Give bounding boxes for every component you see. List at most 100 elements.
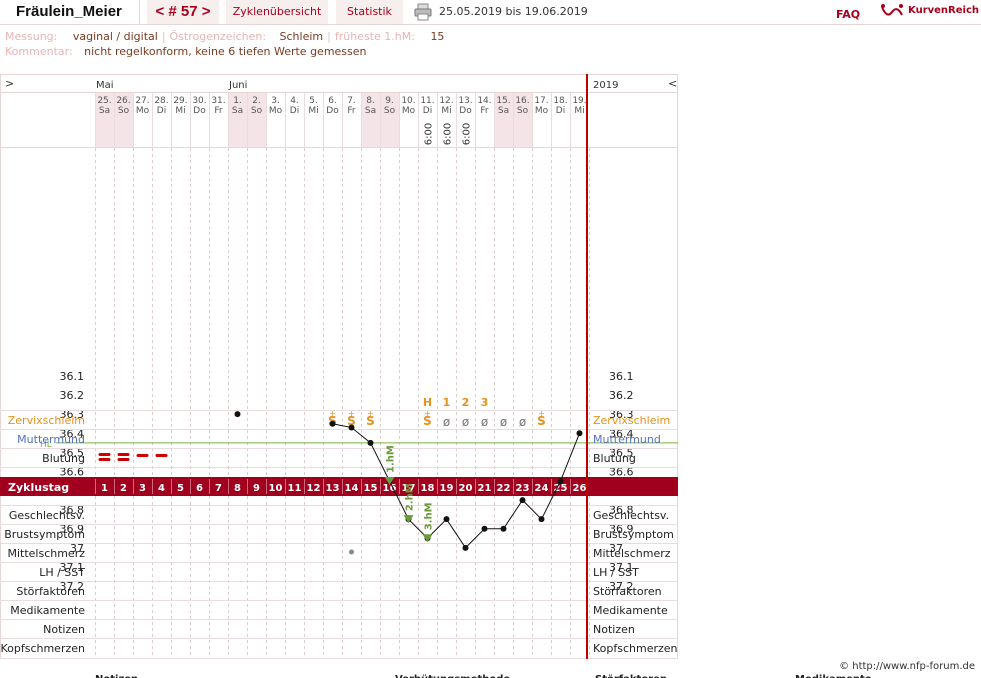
row-label-right: Mittelschmerz xyxy=(593,547,671,560)
temperature-point xyxy=(519,497,526,504)
cervix-symbol-dry: ø xyxy=(500,415,507,429)
cycle-day-number: 3 xyxy=(139,483,146,494)
day-date: 3. xyxy=(271,96,280,106)
bleeding-mark xyxy=(136,454,149,457)
day-date: 28. xyxy=(154,96,168,106)
bleeding-mark xyxy=(117,453,130,456)
day-weekday: Di xyxy=(423,106,432,116)
y-tick-left: 36.2 xyxy=(60,389,85,402)
cycle-day-number: 6 xyxy=(196,483,203,494)
measure-time: 6:00 xyxy=(443,123,454,145)
cycle-day-number: 9 xyxy=(253,483,260,494)
day-date: 30. xyxy=(192,96,206,106)
day-weekday: Mo xyxy=(535,106,549,116)
row-label-right: Zervixschleim xyxy=(593,414,670,427)
bleeding-mark xyxy=(155,454,168,457)
temperature-point xyxy=(367,439,374,446)
temperature-point xyxy=(576,430,583,437)
row-label-left: Medikamente xyxy=(10,604,85,617)
cervix-symbol-dry: ø xyxy=(519,415,526,429)
cycle-day-number: 11 xyxy=(288,483,302,494)
row-label-left: Notizen xyxy=(43,623,85,636)
day-weekday: Fr xyxy=(214,106,223,116)
hm-label: 1.hM xyxy=(386,445,397,473)
cycle-day-number: 15 xyxy=(364,483,378,494)
row-label-right: Störfaktoren xyxy=(593,585,662,598)
day-date: 13. xyxy=(458,96,472,106)
temperature-point xyxy=(443,516,450,523)
cycle-day-number: 2 xyxy=(120,483,127,494)
cycle-day-number: 5 xyxy=(177,483,184,494)
row-label-left: Blutung xyxy=(42,452,85,465)
day-date: 12. xyxy=(439,96,453,106)
row-label-right: Notizen xyxy=(593,623,635,636)
cycle-day-number: 8 xyxy=(234,483,241,494)
cycle-day-number: 14 xyxy=(345,483,359,494)
day-weekday: Mi xyxy=(308,106,318,116)
day-date: 31. xyxy=(211,96,225,106)
day-weekday: Mo xyxy=(136,106,150,116)
day-weekday: Do xyxy=(459,106,472,116)
day-date: 5. xyxy=(309,96,318,106)
cervix-plus: + xyxy=(329,409,336,418)
temperature-point xyxy=(557,478,564,484)
cervix-symbol-dry: ø xyxy=(462,415,469,429)
row-label-right: Muttermund xyxy=(593,433,661,446)
day-weekday: Fr xyxy=(480,106,489,116)
month-june: Juni xyxy=(228,80,247,91)
row-label-right: Blutung xyxy=(593,452,636,465)
day-date: 14. xyxy=(477,96,491,106)
y-tick-right: 36.2 xyxy=(609,389,634,402)
day-weekday: Di xyxy=(157,106,166,116)
temperature-point xyxy=(329,420,336,427)
y-tick-left: 36.1 xyxy=(60,370,85,383)
month-may: Mai xyxy=(96,80,114,91)
midpain-dot xyxy=(349,549,354,555)
footer-header: Notizen xyxy=(95,674,138,678)
temperature-point xyxy=(462,544,469,551)
row-label-right: Kopfschmerzen xyxy=(593,642,678,655)
row-label-right: Medikamente xyxy=(593,604,668,617)
day-weekday: Mi xyxy=(175,106,185,116)
footer-header: Störfaktoren xyxy=(595,674,667,678)
day-date: 29. xyxy=(173,96,187,106)
row-label-right: Geschlechtsv. xyxy=(593,509,669,522)
day-date: 8. xyxy=(366,96,375,106)
day-weekday: Sa xyxy=(498,106,509,116)
row-label-left: Störfaktoren xyxy=(16,585,85,598)
row-label-left: Kopfschmerzen xyxy=(0,642,85,655)
temperature-point xyxy=(500,525,507,532)
day-weekday: Mo xyxy=(402,106,416,116)
cycle-day-number: 19 xyxy=(440,483,454,494)
day-date: 11. xyxy=(420,96,434,106)
day-weekday: Mi xyxy=(574,106,584,116)
day-weekday: So xyxy=(118,106,130,116)
day-date: 10. xyxy=(401,96,415,106)
cycle-day-number: 21 xyxy=(478,483,492,494)
day-weekday: Di xyxy=(556,106,565,116)
bleeding-mark xyxy=(98,453,111,456)
row-label-left: LH / SST xyxy=(39,566,85,579)
peak-label: 2 xyxy=(462,396,470,409)
bleeding-mark xyxy=(117,458,130,461)
temperature-chart: > <Mai Juni 201925.Sa26.So27.Mo28.Di29.Mi30… xyxy=(0,74,975,678)
cycle-day-label: Zyklustag xyxy=(8,481,69,494)
day-weekday: Do xyxy=(326,106,339,116)
peak-label: 3 xyxy=(481,396,489,409)
year-label: 2019 xyxy=(593,80,618,91)
day-date: 1. xyxy=(233,96,242,106)
row-label-right: LH / SST xyxy=(593,566,639,579)
cycle-day-number: 24 xyxy=(535,483,549,494)
nav-left[interactable]: > xyxy=(5,77,14,90)
day-weekday: Sa xyxy=(99,106,110,116)
nav-right[interactable]: < xyxy=(668,77,677,90)
day-date: 9. xyxy=(385,96,394,106)
row-label-right: Brustsymptom xyxy=(593,528,674,541)
footer-header: Medikamente xyxy=(795,674,872,678)
measure-time: 6:00 xyxy=(462,123,473,145)
day-date: 19. xyxy=(572,96,586,106)
day-weekday: Mo xyxy=(269,106,283,116)
cycle-day-number: 12 xyxy=(307,483,321,494)
day-date: 16. xyxy=(515,96,529,106)
copyright: © http://www.nfp-forum.de xyxy=(839,661,975,672)
